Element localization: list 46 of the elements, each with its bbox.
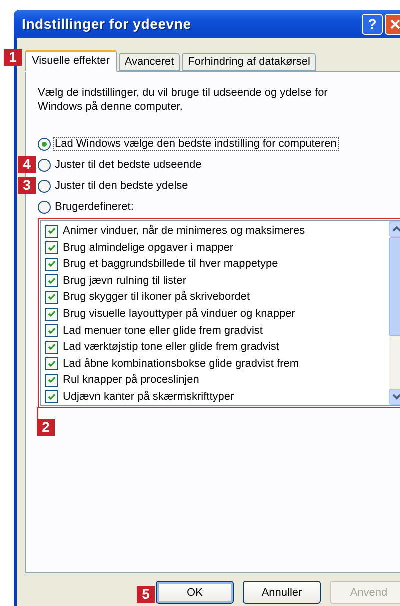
window-title: Indstillinger for ydeevne (22, 16, 192, 32)
checkmark-icon (48, 310, 56, 318)
checkbox[interactable] (45, 374, 58, 387)
checkbox-label[interactable]: Udjævn kanter på skærmskrifttyper (63, 390, 234, 403)
checkbox-label[interactable]: Lad åbne kombinationsbokse glide gradvist frem (63, 358, 300, 370)
number-marker: 1 (4, 49, 22, 66)
description-text: Vælg de indstillinger, du vil bruge til udseende og ydelse for Windows på denne computer. (38, 86, 328, 114)
number-marker: 2 (37, 419, 55, 436)
number-marker: 3 (18, 177, 36, 194)
checkbox[interactable] (45, 357, 58, 370)
radio-button[interactable] (38, 138, 51, 150)
checkbox[interactable] (45, 258, 58, 271)
checkbox-label[interactable]: Lad menuer tone eller glide frem gradvist (63, 324, 263, 337)
number-marker: 5 (137, 586, 155, 603)
checkbox-label[interactable]: Brug visuelle layouttyper på vinduer og knapper (63, 308, 296, 320)
tab[interactable]: Avanceret (118, 53, 180, 71)
radio-label[interactable]: Juster til det bedste udseende (54, 159, 203, 171)
checkbox-label[interactable]: Brug et baggrundsbillede til hver mappetype (63, 258, 278, 270)
close-button[interactable] (385, 14, 400, 34)
checkbox-label[interactable]: Rul knapper på proceslinjen (63, 374, 200, 386)
checkbox[interactable] (45, 224, 58, 238)
checkbox[interactable] (45, 340, 58, 354)
checkbox[interactable] (45, 274, 58, 288)
tab[interactable]: Forhindring af datakørsel (182, 53, 316, 71)
number-marker: 4 (18, 156, 36, 173)
close-icon[interactable] (390, 18, 400, 30)
radio-label[interactable]: Brugerdefineret: (54, 201, 135, 213)
checkbox[interactable] (45, 290, 58, 304)
checkbox-label[interactable]: Brug almindelige opgaver i mapper (63, 242, 234, 254)
checkbox-label[interactable]: Lad værktøjstip tone eller glide frem gradvist (63, 341, 280, 354)
help-button[interactable]: ? (362, 14, 383, 34)
checkbox[interactable] (45, 390, 58, 404)
checkbox-label[interactable]: Brug jævn rulning til lister (63, 274, 186, 287)
radio-label[interactable]: Juster til den bedste ydelse (54, 180, 190, 192)
radio-button[interactable] (38, 158, 51, 172)
radio-button[interactable] (38, 180, 51, 192)
checkbox[interactable] (45, 308, 58, 320)
checkbox[interactable] (45, 241, 58, 254)
radio-label[interactable]: Lad Windows vælge den bedste indstilling for computeren (54, 138, 338, 150)
checkbox-label[interactable]: Brug skygger til ikoner på skrivebordet (63, 291, 250, 304)
tab[interactable]: Visuelle effekter (25, 50, 117, 72)
checkbox-label[interactable]: Animer vinduer, når de minimeres og maksimeres (63, 225, 306, 238)
dialog-button[interactable]: Annuller (243, 581, 321, 604)
checkbox[interactable] (45, 324, 58, 338)
radio-button[interactable] (38, 200, 51, 214)
dialog-button[interactable]: OK (156, 581, 234, 604)
